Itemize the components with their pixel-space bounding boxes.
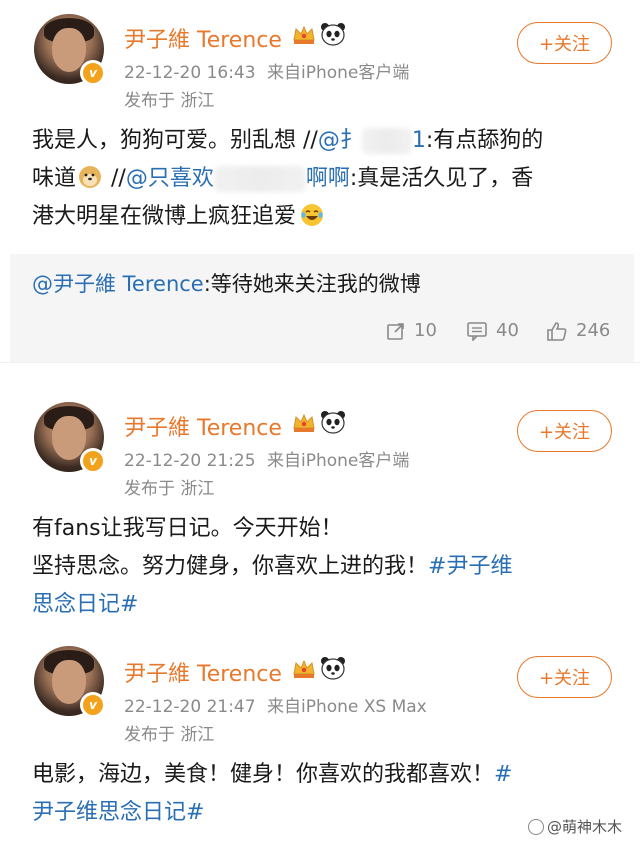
repost-content: :等待她来关注我的微博: [203, 272, 421, 296]
post-divider: [0, 362, 640, 380]
avatar[interactable]: v: [34, 14, 106, 86]
user-name[interactable]: 尹子維 Terence: [124, 410, 282, 442]
verified-badge-icon: v: [80, 692, 106, 718]
post-text-segment: :有点舔狗的: [425, 128, 544, 153]
post-text-line: 坚持思念。努力健身，你喜欢上进的我！: [32, 554, 429, 579]
watermark-text: @萌神木木: [547, 818, 623, 836]
post-timestamp-source: 22-12-20 21:25 来自iPhone客户端: [124, 446, 409, 471]
post-location: 发布于 浙江: [124, 91, 215, 111]
blurred-username: [213, 166, 306, 192]
repost-container[interactable]: @尹子維 Terence:等待她来关注我的微博 10 40 246: [10, 254, 634, 362]
mention-link[interactable]: @扌: [318, 128, 362, 153]
share-action[interactable]: 10: [386, 320, 437, 341]
mention-link[interactable]: @尹子維 Terence: [32, 272, 204, 296]
comment-count: 40: [496, 320, 519, 341]
crown-icon: [293, 25, 315, 44]
repost-icon: [387, 322, 404, 340]
panda-icon: [321, 657, 345, 680]
like-icon: [547, 321, 567, 341]
post-text-segment: 港大明星在微博上疯狂追爱: [32, 204, 297, 229]
comment-icon: [467, 321, 487, 341]
user-name[interactable]: 尹子維 Terence: [124, 22, 282, 54]
post-text-segment: 味道: [32, 166, 77, 191]
post-timestamp: 22-12-20 21:25: [124, 451, 256, 471]
hashtag-link[interactable]: #: [494, 762, 512, 787]
follow-button[interactable]: +关注: [517, 656, 612, 698]
post-source: 来自iPhone XS Max: [266, 697, 427, 717]
crown-icon: [293, 413, 315, 432]
share-count: 10: [414, 320, 437, 341]
crown-icon: [293, 659, 315, 678]
like-action[interactable]: 246: [546, 320, 610, 341]
verified-badge-icon: v: [80, 448, 106, 474]
laugh-cry-emoji-icon: [301, 204, 324, 226]
post-text: 电影，海边，美食！健身！你喜欢的我都喜欢！# 尹子维思念日记#: [32, 756, 612, 832]
comment-action[interactable]: 40: [466, 320, 519, 341]
post-timestamp: 22-12-20 21:47: [124, 697, 256, 717]
follow-button[interactable]: +关注: [517, 22, 612, 64]
watermark-logo-icon: [528, 819, 544, 835]
watermark: @萌神木木: [528, 816, 622, 837]
like-count: 246: [576, 320, 611, 341]
doge-emoji-icon: [79, 166, 102, 188]
user-name[interactable]: 尹子維 Terence: [124, 656, 282, 688]
post-source: 来自iPhone客户端: [266, 63, 410, 83]
post-text: 有fans让我写日记。今天开始！ 坚持思念。努力健身，你喜欢上进的我！#尹子维 …: [32, 510, 612, 624]
post-text-line: 电影，海边，美食！健身！你喜欢的我都喜欢！: [32, 762, 495, 787]
hashtag-link-tail[interactable]: 思念日记#: [32, 592, 138, 617]
post-text: 我是人，狗狗可爱。别乱想 //@扌 1:有点舔狗的 味道 //@只喜欢 啊啊:真是活…: [32, 122, 612, 236]
post-text-line: 有fans让我写日记。今天开始！: [32, 516, 343, 541]
verified-badge-icon: v: [80, 60, 106, 86]
hashtag-link-tail[interactable]: 尹子维思念日记#: [32, 800, 204, 825]
mention-link-tail[interactable]: 1: [412, 128, 426, 153]
post-location: 发布于 浙江: [124, 725, 215, 745]
hashtag-link[interactable]: #尹子维: [428, 554, 512, 579]
post-timestamp-source: 22-12-20 21:47 来自iPhone XS Max: [124, 692, 427, 717]
post-text-segment: :真是活久见了，香: [349, 166, 534, 191]
avatar[interactable]: v: [34, 402, 106, 474]
post-text-segment: 我是人，狗狗可爱。别乱想 //: [32, 128, 318, 153]
mention-link[interactable]: @只喜欢: [126, 166, 214, 191]
mention-link-tail[interactable]: 啊啊: [306, 166, 350, 191]
post-location: 发布于 浙江: [124, 479, 215, 499]
follow-button[interactable]: +关注: [517, 410, 612, 452]
avatar[interactable]: v: [34, 646, 106, 718]
post-timestamp-source: 22-12-20 16:43 来自iPhone客户端: [124, 58, 409, 83]
blurred-username: [361, 128, 412, 154]
panda-icon: [321, 411, 345, 434]
post-text-segment: //: [104, 166, 126, 191]
post-source: 来自iPhone客户端: [266, 451, 410, 471]
panda-icon: [321, 23, 345, 46]
post-timestamp: 22-12-20 16:43: [124, 63, 256, 83]
repost-text: @尹子維 Terence:等待她来关注我的微博: [32, 268, 421, 298]
